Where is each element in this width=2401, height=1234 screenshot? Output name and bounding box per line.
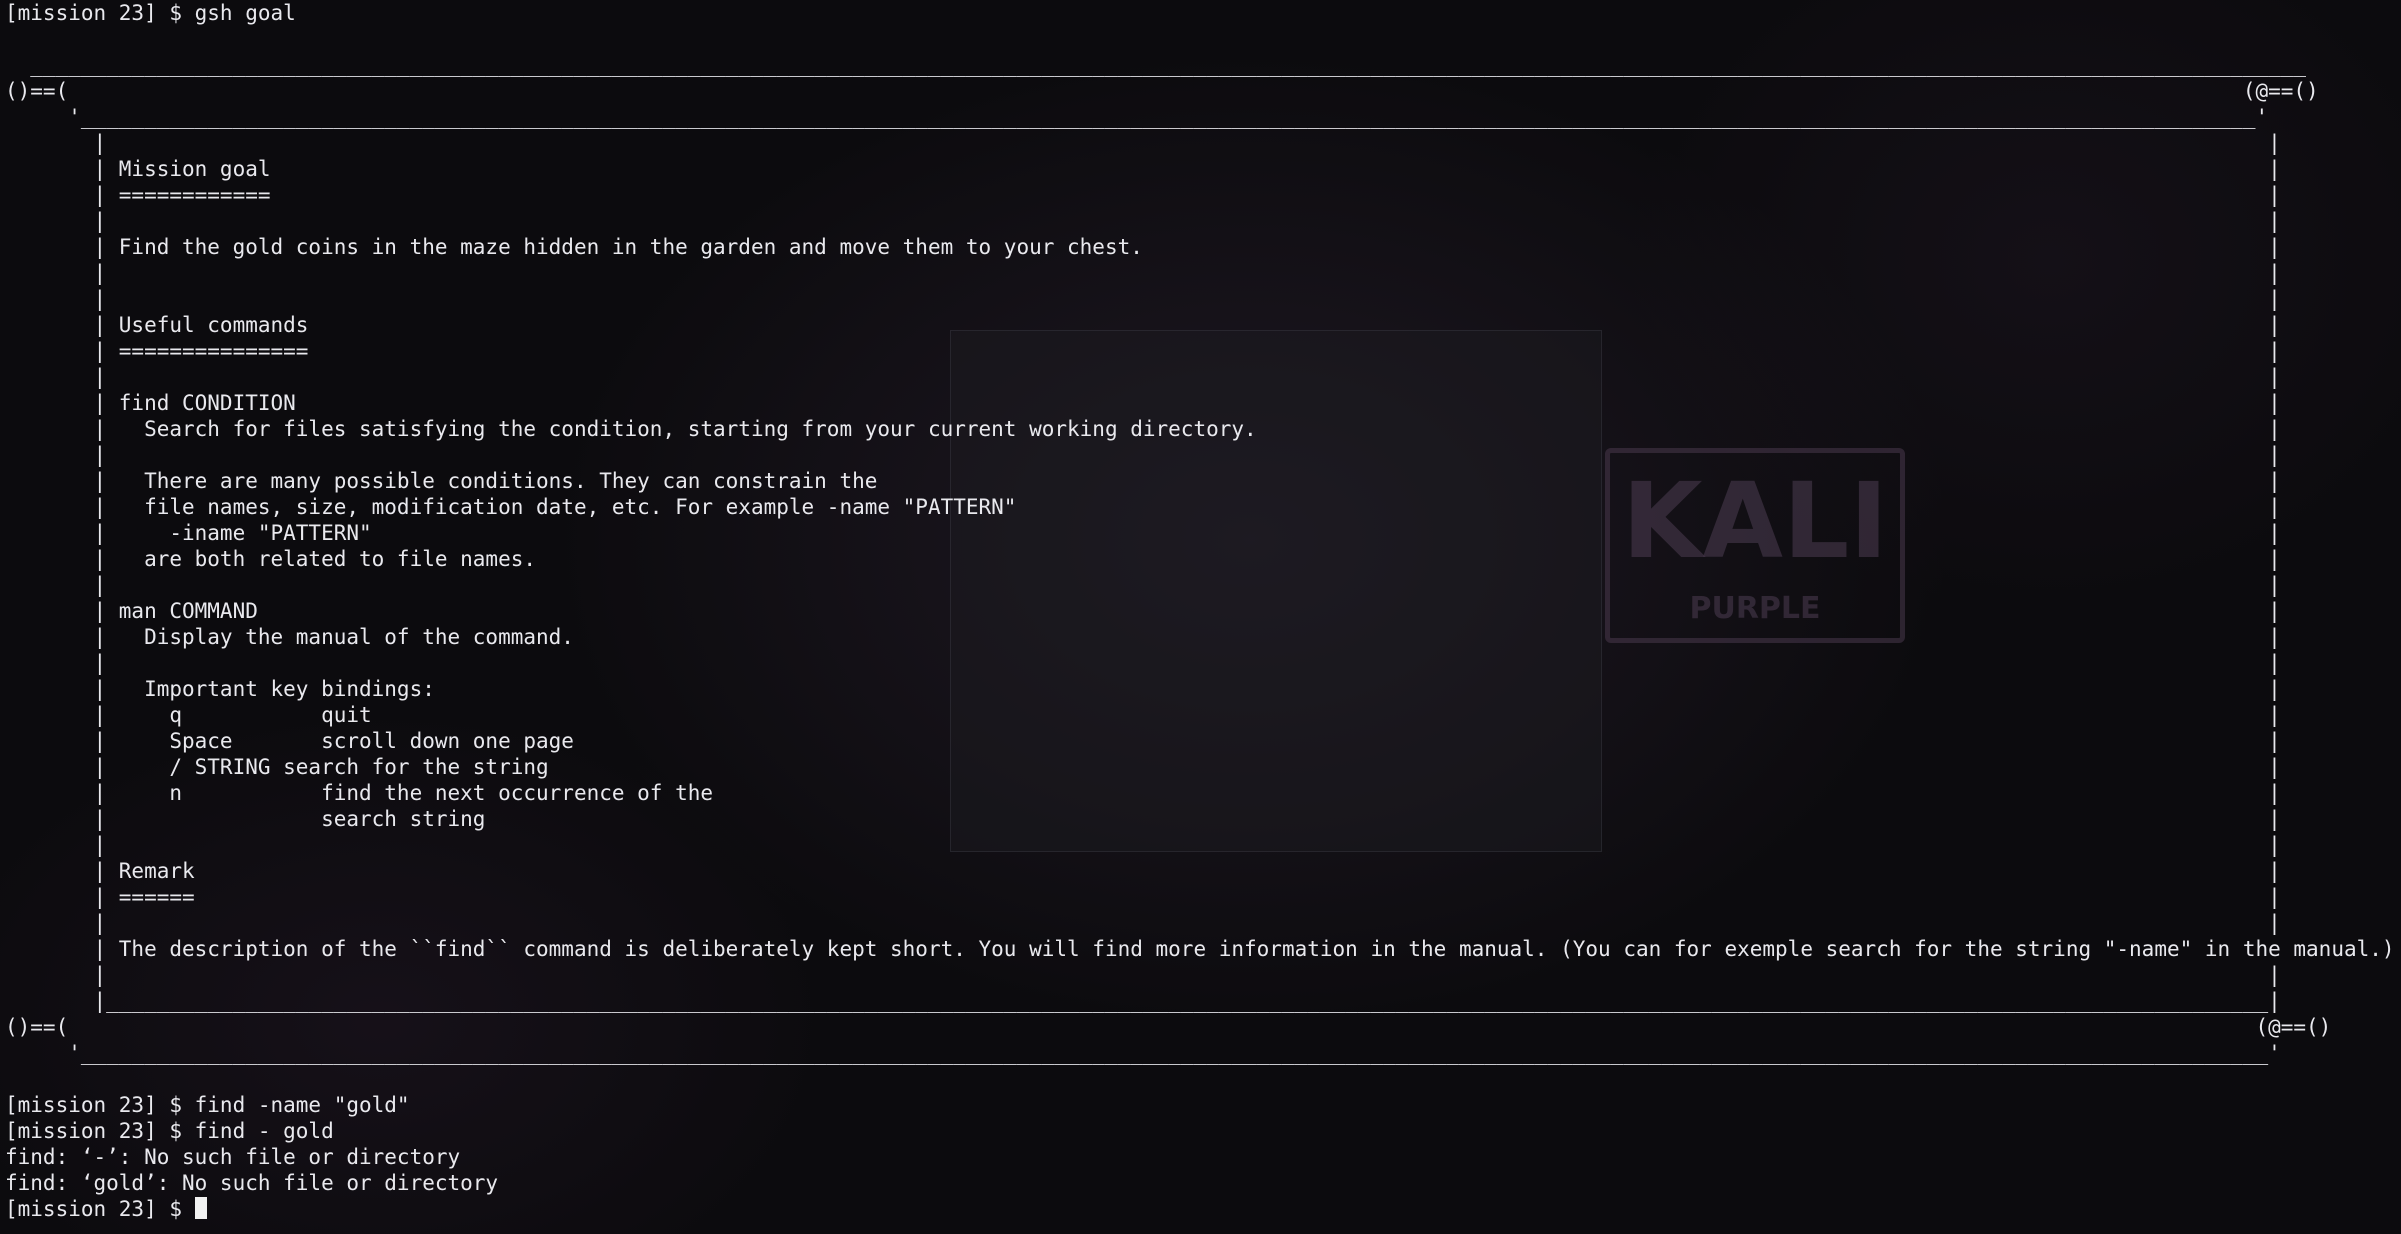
terminal-line: | are both related to file names. | <box>5 547 2281 571</box>
text-cursor <box>194 1197 207 1219</box>
terminal-line: | search string | <box>5 807 2281 831</box>
terminal-line: | | <box>5 963 2281 987</box>
terminal-line: | Find the gold coins in the maze hidden… <box>5 235 2281 259</box>
terminal-line: | | <box>5 911 2281 935</box>
terminal-line: | ============ | <box>5 183 2281 207</box>
terminal-prompt-line[interactable]: [mission 23] $ <box>5 1196 2401 1222</box>
terminal-line: | -iname "PATTERN" | <box>5 521 2281 545</box>
terminal-line: | file names, size, modification date, e… <box>5 495 2281 519</box>
terminal-line: '_______________________________________… <box>5 1041 2281 1065</box>
terminal-line: | | <box>5 833 2281 857</box>
terminal-line: | | <box>5 651 2281 675</box>
terminal-line: '_______________________________________… <box>5 105 2269 129</box>
terminal-line: | There are many possible conditions. Th… <box>5 469 2281 493</box>
terminal-line: | q quit | <box>5 703 2281 727</box>
terminal-line: | Important key bindings: | <box>5 677 2281 701</box>
terminal-line: | | <box>5 365 2281 389</box>
prompt-text: [mission 23] $ <box>5 1197 195 1221</box>
terminal-line: find: ‘-’: No such file or directory <box>5 1145 461 1169</box>
terminal-line: | | <box>5 573 2281 597</box>
terminal-line: | man COMMAND | <box>5 599 2281 623</box>
terminal-line: find: ‘gold’: No such file or directory <box>5 1171 499 1195</box>
terminal-line: | ====== | <box>5 885 2281 909</box>
terminal-line: | Mission goal | <box>5 157 2281 181</box>
terminal-line: | find CONDITION | <box>5 391 2281 415</box>
terminal-line: | | <box>5 209 2281 233</box>
terminal-line: ________________________________________… <box>5 53 2307 77</box>
terminal-line: | n find the next occurrence of the | <box>5 781 2281 805</box>
terminal-line: ()==( (@==() <box>5 1015 2332 1039</box>
terminal-output[interactable]: [mission 23] $ gsh goal ________________… <box>5 0 2401 1222</box>
terminal-line: | Space scroll down one page | <box>5 729 2281 753</box>
terminal-line: | | <box>5 131 2281 155</box>
terminal-line: [mission 23] $ gsh goal <box>5 1 296 25</box>
terminal-line: | / STRING search for the string | <box>5 755 2281 779</box>
terminal-line: | Remark | <box>5 859 2281 883</box>
terminal-line: | | <box>5 287 2281 311</box>
terminal-line: | =============== | <box>5 339 2281 363</box>
terminal-line: |_______________________________________… <box>5 989 2281 1013</box>
terminal-line: [mission 23] $ find - gold <box>5 1119 334 1143</box>
terminal-line: | | <box>5 261 2281 285</box>
terminal-line: ()==( (@==() <box>5 79 2319 103</box>
terminal-line: | Useful commands | <box>5 313 2281 337</box>
terminal-line: | | <box>5 443 2281 467</box>
terminal-line: [mission 23] $ find -name "gold" <box>5 1093 410 1117</box>
terminal-line: | Search for files satisfying the condit… <box>5 417 2281 441</box>
terminal-line: | The description of the ``find`` comman… <box>5 937 2401 961</box>
terminal-line: | Display the manual of the command. | <box>5 625 2281 649</box>
